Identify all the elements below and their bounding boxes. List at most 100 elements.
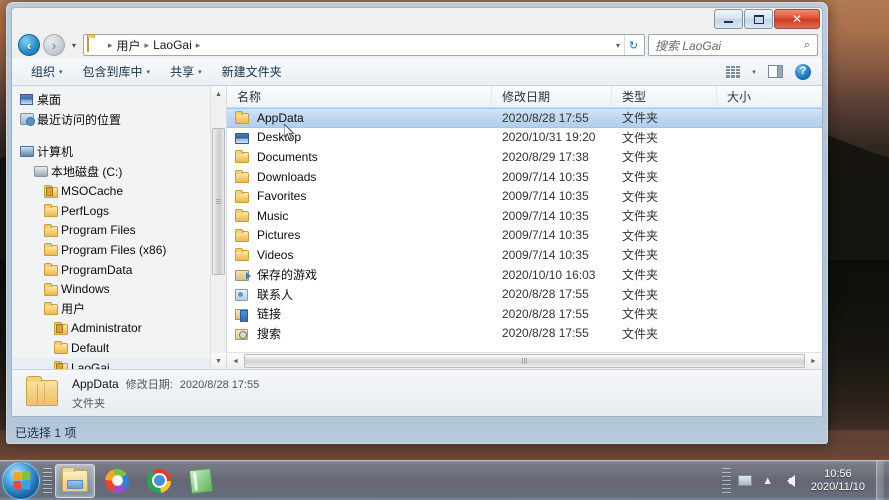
sidebar-item-windows[interactable]: Windows bbox=[12, 279, 226, 299]
file-rows[interactable]: AppData 2020/8/28 17:55 文件夹 Desktop 2020… bbox=[227, 108, 822, 352]
sidebar-item-local-disk-c[interactable]: 本地磁盘 (C:) bbox=[12, 162, 226, 182]
scrollbar-thumb[interactable] bbox=[212, 128, 225, 275]
column-header-size[interactable]: 大小 bbox=[717, 86, 822, 107]
network-icon[interactable] bbox=[736, 472, 754, 490]
clock[interactable]: 10:56 2020/11/10 bbox=[805, 468, 871, 494]
show-hidden-icons-button[interactable]: ▲ bbox=[759, 472, 777, 490]
sidebar-item-computer[interactable]: 计算机 bbox=[12, 142, 226, 162]
folder-icon bbox=[235, 111, 251, 125]
close-button[interactable]: ✕ bbox=[774, 9, 820, 29]
sidebar-item-msocache[interactable]: MSOCache bbox=[12, 181, 226, 201]
help-button[interactable]: ? bbox=[790, 61, 816, 83]
table-row[interactable]: 联系人 2020/8/28 17:55 文件夹 bbox=[227, 284, 822, 304]
status-bar: 已选择 1 项 bbox=[7, 421, 827, 443]
show-desktop-button[interactable] bbox=[876, 460, 884, 500]
horizontal-scroll-track[interactable] bbox=[244, 353, 805, 369]
explorer-body: 桌面 最近访问的位置 计算机 本地磁盘 (C:) MSOCache PerfLo… bbox=[12, 86, 822, 369]
change-view-button[interactable] bbox=[720, 61, 746, 83]
scroll-down-button[interactable]: ▼ bbox=[211, 353, 226, 369]
sidebar-item-perflogs[interactable]: PerfLogs bbox=[12, 201, 226, 221]
view-dropdown-button[interactable]: ▾ bbox=[748, 61, 760, 83]
taskbar-item-google-chrome[interactable] bbox=[139, 464, 179, 498]
column-header-date[interactable]: 修改日期 bbox=[492, 86, 612, 107]
minimize-button[interactable] bbox=[714, 9, 743, 29]
file-name: Music bbox=[257, 208, 289, 223]
include-in-library-button[interactable]: 包含到库中 ▾ bbox=[74, 59, 160, 84]
file-name-cell: 保存的游戏 bbox=[227, 266, 492, 283]
scroll-up-button[interactable]: ▲ bbox=[211, 86, 226, 102]
back-button[interactable]: ‹ bbox=[18, 34, 40, 56]
table-row[interactable]: Videos 2009/7/14 10:35 文件夹 bbox=[227, 245, 822, 265]
column-header-type[interactable]: 类型 bbox=[612, 86, 717, 107]
column-headers: 名称 修改日期 类型 大小 bbox=[227, 86, 822, 108]
table-row[interactable]: Downloads 2009/7/14 10:35 文件夹 bbox=[227, 167, 822, 187]
address-bar[interactable]: ▸ 用户 ▸ LaoGai ▸ ▾ ↻ bbox=[83, 34, 645, 56]
new-folder-button[interactable]: 新建文件夹 bbox=[213, 59, 291, 84]
horizontal-scrollbar[interactable]: ◄ ► bbox=[227, 352, 822, 369]
file-date: 2009/7/14 10:35 bbox=[502, 247, 589, 262]
search-input[interactable]: 搜索 LaoGai bbox=[655, 37, 800, 54]
sidebar-item-label: LaoGai bbox=[71, 360, 110, 369]
forward-button[interactable]: › bbox=[43, 34, 65, 56]
start-button[interactable] bbox=[2, 461, 40, 500]
sidebar-item-label: Administrator bbox=[71, 321, 142, 336]
breadcrumb-item-1[interactable]: LaoGai bbox=[152, 38, 193, 52]
taskbar-item-notepad[interactable] bbox=[181, 464, 221, 498]
address-dropdown-icon[interactable]: ▾ bbox=[612, 41, 624, 50]
recent-locations-button[interactable]: ▾ bbox=[68, 34, 80, 56]
folder-icon bbox=[44, 243, 61, 257]
table-row[interactable]: 保存的游戏 2020/10/10 16:03 文件夹 bbox=[227, 265, 822, 285]
sidebar-item-default[interactable]: Default bbox=[12, 338, 226, 358]
scroll-right-button[interactable]: ► bbox=[805, 353, 822, 369]
search-box[interactable]: 搜索 LaoGai ⌕ bbox=[648, 34, 818, 56]
share-with-button[interactable]: 共享 ▾ bbox=[161, 59, 211, 84]
toolbar-right-group: ▾ ? bbox=[720, 61, 818, 83]
sidebar-item-label: Windows bbox=[61, 282, 110, 297]
file-type: 文件夹 bbox=[622, 248, 659, 263]
table-row[interactable]: Documents 2020/8/29 17:38 文件夹 bbox=[227, 147, 822, 167]
table-row[interactable]: 搜索 2020/8/28 17:55 文件夹 bbox=[227, 324, 822, 344]
chevron-down-icon: ▾ bbox=[752, 68, 756, 76]
tray-grip[interactable] bbox=[721, 467, 731, 494]
table-row[interactable]: Pictures 2009/7/14 10:35 文件夹 bbox=[227, 226, 822, 246]
folder-icon bbox=[44, 263, 61, 277]
sidebar-item-label: 本地磁盘 (C:) bbox=[51, 165, 123, 180]
scroll-left-button[interactable]: ◄ bbox=[227, 353, 244, 369]
file-date: 2009/7/14 10:35 bbox=[502, 228, 589, 243]
table-row[interactable]: Desktop 2020/10/31 19:20 文件夹 bbox=[227, 128, 822, 148]
title-bar[interactable]: ✕ bbox=[12, 8, 822, 32]
sidebar-item-programdata[interactable]: ProgramData bbox=[12, 260, 226, 280]
saved-games-icon bbox=[235, 268, 251, 282]
preview-pane-button[interactable] bbox=[762, 61, 788, 83]
table-row[interactable]: Favorites 2009/7/14 10:35 文件夹 bbox=[227, 186, 822, 206]
file-name-cell: Pictures bbox=[227, 228, 492, 242]
sidebar-item-program-files-x86[interactable]: Program Files (x86) bbox=[12, 240, 226, 260]
table-row[interactable]: 链接 2020/8/28 17:55 文件夹 bbox=[227, 304, 822, 324]
table-row[interactable]: AppData 2020/8/28 17:55 文件夹 bbox=[227, 108, 822, 128]
maximize-button[interactable] bbox=[744, 9, 773, 29]
folder-icon bbox=[44, 282, 61, 296]
breadcrumb-item-0[interactable]: 用户 bbox=[116, 37, 142, 54]
column-header-name[interactable]: 名称 bbox=[227, 86, 492, 107]
volume-icon[interactable] bbox=[782, 472, 800, 490]
taskbar-item-chromium[interactable] bbox=[97, 464, 137, 498]
details-date-label: 修改日期: bbox=[125, 378, 173, 391]
sidebar-item-users[interactable]: 用户 bbox=[12, 299, 226, 319]
sidebar-item-administrator[interactable]: Administrator bbox=[12, 319, 226, 339]
refresh-button[interactable]: ↻ bbox=[624, 35, 642, 55]
table-row[interactable]: Music 2009/7/14 10:35 文件夹 bbox=[227, 206, 822, 226]
navigation-tree[interactable]: 桌面 最近访问的位置 计算机 本地磁盘 (C:) MSOCache PerfLo… bbox=[12, 86, 226, 369]
window-controls: ✕ bbox=[713, 9, 820, 29]
taskbar-grip[interactable] bbox=[43, 467, 52, 494]
organize-button[interactable]: 组织 ▾ bbox=[22, 59, 72, 84]
horizontal-scrollbar-thumb[interactable] bbox=[244, 354, 805, 368]
file-date: 2020/10/10 16:03 bbox=[502, 267, 596, 282]
sidebar-item-desktop[interactable]: 桌面 bbox=[12, 90, 226, 110]
new-folder-label: 新建文件夹 bbox=[221, 65, 282, 79]
sidebar-item-laogai[interactable]: LaoGai bbox=[12, 357, 226, 369]
sidebar-item-program-files[interactable]: Program Files bbox=[12, 221, 226, 241]
breadcrumb-sep-1: ▸ bbox=[195, 39, 201, 50]
taskbar-item-file-explorer[interactable] bbox=[55, 463, 95, 498]
sidebar-item-recent-places[interactable]: 最近访问的位置 bbox=[12, 110, 226, 130]
navigation-scrollbar[interactable]: ▲ ▼ bbox=[210, 86, 226, 369]
